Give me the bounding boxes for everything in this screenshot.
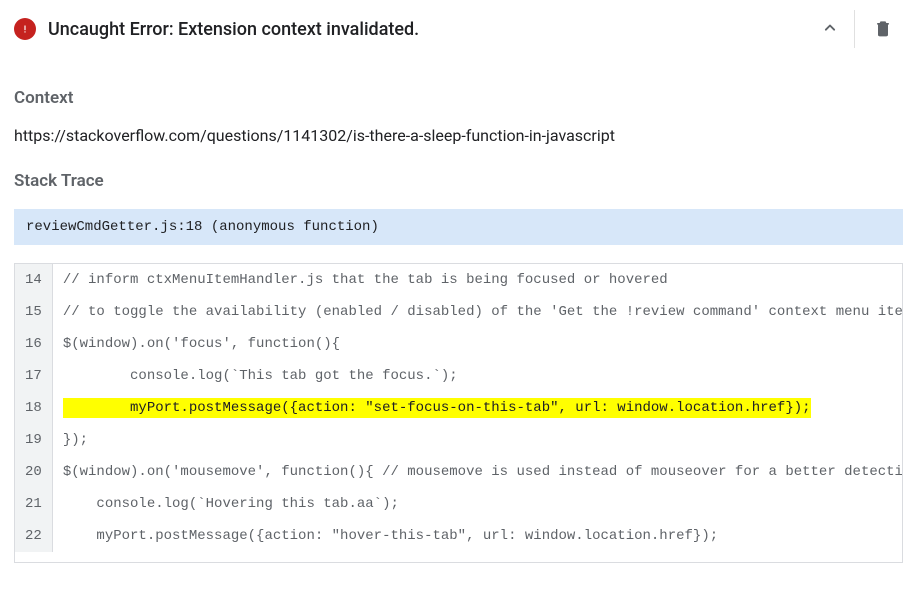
line-text: // to toggle the availability (enabled /… [52,296,902,328]
code-line: 21 console.log(`Hovering this tab.aa`); [15,488,902,520]
divider [854,10,855,48]
line-number: 17 [15,360,52,392]
error-icon [14,18,36,40]
code-line: 15// to toggle the availability (enabled… [15,296,902,328]
line-number: 21 [15,488,52,520]
line-text: }); [52,424,902,456]
context-section: Context https://stackoverflow.com/questi… [0,88,917,145]
error-header: Uncaught Error: Extension context invali… [0,0,917,62]
line-number: 14 [15,264,52,296]
code-line: 18 myPort.postMessage({action: "set-focu… [15,392,902,424]
code-line: 16$(window).on('focus', function(){ [15,328,902,360]
line-number: 20 [15,456,52,488]
line-text: // inform ctxMenuItemHandler.js that the… [52,264,902,296]
code-line: 20$(window).on('mousemove', function(){ … [15,456,902,488]
context-url: https://stackoverflow.com/questions/1141… [14,126,903,145]
code-line: 22 myPort.postMessage({action: "hover-th… [15,520,902,552]
header-actions [810,10,903,48]
code-line: 14// inform ctxMenuItemHandler.js that t… [15,264,902,296]
code-scroll[interactable]: 14// inform ctxMenuItemHandler.js that t… [15,264,902,562]
line-text: console.log(`Hovering this tab.aa`); [52,488,902,520]
stack-frame[interactable]: reviewCmdGetter.js:18 (anonymous functio… [14,209,903,245]
line-number: 15 [15,296,52,328]
code-line: 17 console.log(`This tab got the focus.`… [15,360,902,392]
line-text: myPort.postMessage({action: "set-focus-o… [52,392,902,424]
stack-heading: Stack Trace [14,171,903,191]
delete-button[interactable] [863,12,903,46]
chevron-up-icon [820,18,840,41]
context-heading: Context [14,88,903,108]
line-number: 22 [15,520,52,552]
code-view: 14// inform ctxMenuItemHandler.js that t… [14,263,903,563]
code-line: 19}); [15,424,902,456]
collapse-button[interactable] [810,12,850,46]
code-table: 14// inform ctxMenuItemHandler.js that t… [15,264,902,552]
stack-section: Stack Trace [0,171,917,191]
error-title: Uncaught Error: Extension context invali… [48,19,798,40]
line-text: myPort.postMessage({action: "hover-this-… [52,520,902,552]
line-number: 19 [15,424,52,456]
line-number: 16 [15,328,52,360]
trash-icon [873,17,893,42]
line-text: $(window).on('focus', function(){ [52,328,902,360]
line-number: 18 [15,392,52,424]
line-text: console.log(`This tab got the focus.`); [52,360,902,392]
line-text: $(window).on('mousemove', function(){ //… [52,456,902,488]
